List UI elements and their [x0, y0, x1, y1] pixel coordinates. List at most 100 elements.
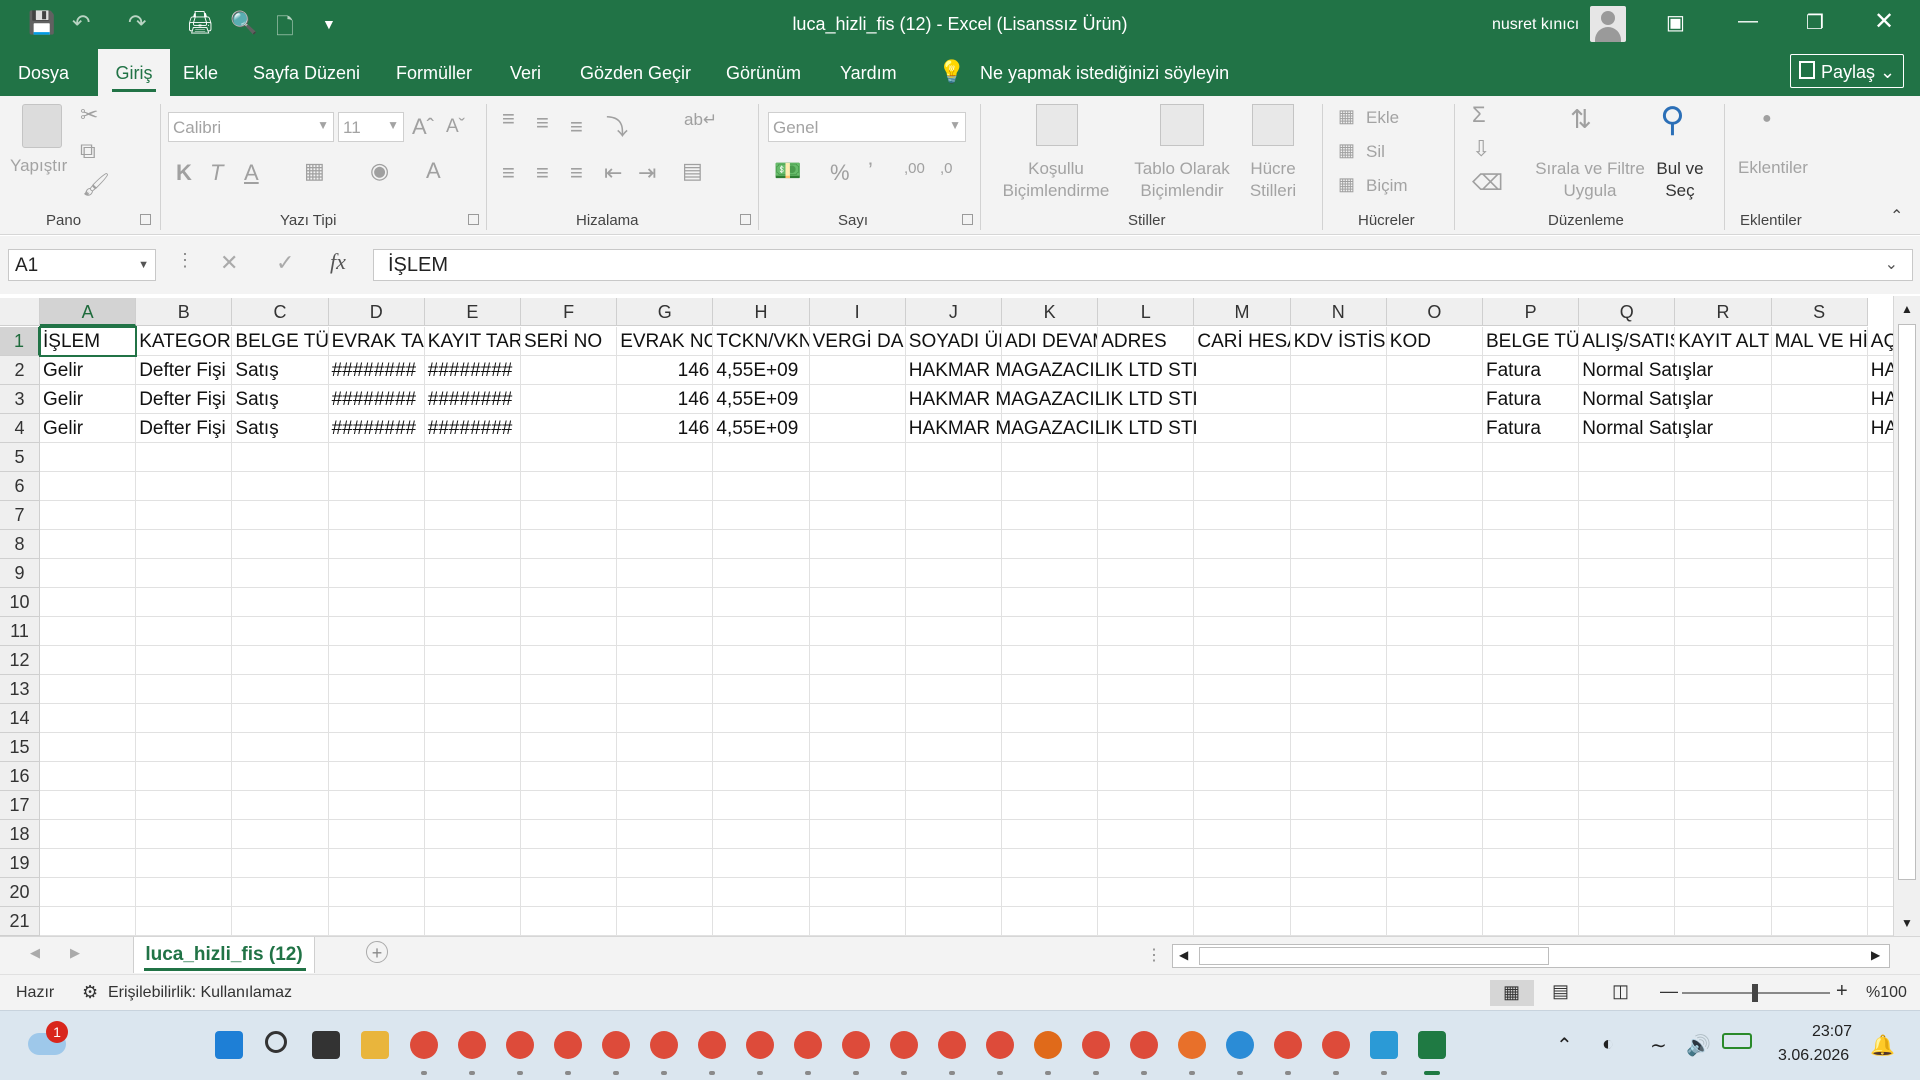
cell[interactable]	[521, 414, 618, 443]
cell[interactable]	[424, 675, 521, 704]
cell[interactable]	[1771, 704, 1868, 733]
cell[interactable]	[40, 878, 137, 907]
column-header-q[interactable]: Q	[1579, 298, 1676, 326]
cell[interactable]	[1483, 733, 1580, 762]
copy-icon[interactable]: ⧉	[80, 138, 96, 164]
column-header-o[interactable]: O	[1386, 298, 1483, 326]
cell[interactable]	[617, 907, 714, 936]
cell[interactable]	[1771, 820, 1868, 849]
addins-button[interactable]: Eklentiler	[1738, 158, 1808, 178]
cell[interactable]: MAL VE Hİ	[1771, 327, 1868, 356]
zoom-in-icon[interactable]: +	[1836, 980, 1848, 1003]
zoom-level[interactable]: %100	[1866, 984, 1907, 1002]
column-header-s[interactable]: S	[1771, 298, 1868, 326]
battery-icon[interactable]	[1722, 1033, 1752, 1049]
cell[interactable]: ########	[328, 385, 425, 414]
cell[interactable]	[1771, 356, 1868, 385]
column-header-c[interactable]: C	[232, 298, 329, 326]
cell[interactable]	[136, 472, 233, 501]
cell[interactable]	[232, 849, 329, 878]
collapse-ribbon-icon[interactable]: ⌃	[1890, 206, 1903, 226]
cell[interactable]	[1771, 733, 1868, 762]
column-header-g[interactable]: G	[617, 298, 714, 326]
chrome-icon[interactable]	[554, 1031, 582, 1059]
row-header-9[interactable]: 9	[0, 559, 40, 588]
cell[interactable]	[1002, 820, 1099, 849]
cell[interactable]	[1194, 675, 1291, 704]
cell[interactable]: 146	[617, 385, 714, 414]
cell[interactable]	[617, 443, 714, 472]
cell[interactable]	[328, 675, 425, 704]
cell[interactable]	[1386, 878, 1483, 907]
cell[interactable]	[1290, 617, 1387, 646]
find-select-icon[interactable]: ⚲	[1660, 100, 1685, 140]
cell[interactable]	[1675, 675, 1772, 704]
edge-icon[interactable]	[1226, 1031, 1254, 1059]
cell[interactable]	[424, 472, 521, 501]
cell[interactable]	[521, 385, 618, 414]
cell[interactable]	[905, 762, 1002, 791]
align-right-icon[interactable]: ≡	[570, 160, 583, 186]
cell[interactable]	[1675, 443, 1772, 472]
cell[interactable]	[1386, 443, 1483, 472]
cell[interactable]	[521, 849, 618, 878]
cell[interactable]	[40, 443, 137, 472]
cell[interactable]	[1194, 501, 1291, 530]
cell[interactable]	[905, 588, 1002, 617]
cell[interactable]	[809, 501, 906, 530]
cell[interactable]	[232, 820, 329, 849]
cell[interactable]	[1098, 907, 1195, 936]
cell[interactable]	[328, 646, 425, 675]
chrome-icon[interactable]	[458, 1031, 486, 1059]
cell[interactable]	[1579, 588, 1676, 617]
cell[interactable]	[1194, 820, 1291, 849]
cell[interactable]	[617, 530, 714, 559]
cell[interactable]	[1002, 878, 1099, 907]
cell[interactable]	[809, 414, 906, 443]
cell[interactable]	[1194, 385, 1291, 414]
cell[interactable]: ALIŞ/SATIŞ	[1579, 327, 1676, 356]
cell[interactable]	[1675, 849, 1772, 878]
cell[interactable]	[713, 878, 810, 907]
cell[interactable]	[1483, 675, 1580, 704]
cell[interactable]	[1290, 791, 1387, 820]
column-header-h[interactable]: H	[713, 298, 810, 326]
cell[interactable]	[1098, 675, 1195, 704]
cell[interactable]	[1483, 617, 1580, 646]
format-as-table-button[interactable]: Tablo Olarak Biçimlendir	[1126, 158, 1238, 202]
asterisk-app-icon[interactable]	[1034, 1031, 1062, 1059]
cell[interactable]	[1771, 675, 1868, 704]
align-middle-icon[interactable]: ≡	[536, 110, 549, 136]
cell[interactable]	[905, 617, 1002, 646]
cell[interactable]	[1290, 907, 1387, 936]
vpn-icon[interactable]: ◐	[1602, 1033, 1614, 1056]
underline-icon[interactable]: A	[244, 160, 259, 186]
cell[interactable]	[40, 849, 137, 878]
cell[interactable]	[1386, 733, 1483, 762]
merge-center-icon[interactable]: ▤	[682, 158, 703, 184]
cell[interactable]	[1771, 762, 1868, 791]
cell[interactable]	[1194, 356, 1291, 385]
cell[interactable]	[40, 559, 137, 588]
cell[interactable]: HAKMAR MAGAZACILIK LTD STI	[905, 356, 1198, 385]
cell[interactable]	[1771, 907, 1868, 936]
maximize-icon[interactable]: ❐	[1806, 10, 1824, 35]
cell[interactable]	[521, 791, 618, 820]
row-header-5[interactable]: 5	[0, 443, 40, 472]
cell[interactable]	[40, 733, 137, 762]
row-header-15[interactable]: 15	[0, 733, 40, 762]
column-header-l[interactable]: L	[1098, 298, 1195, 326]
cell[interactable]	[1771, 559, 1868, 588]
conditional-format-button[interactable]: Koşullu Biçimlendirme	[994, 158, 1118, 202]
cell[interactable]: BELGE TÜR	[1483, 327, 1580, 356]
cell[interactable]	[424, 878, 521, 907]
cell[interactable]	[1002, 762, 1099, 791]
volume-icon[interactable]: 🔊	[1686, 1033, 1711, 1058]
cell[interactable]: 4,55E+09	[713, 356, 810, 385]
cell[interactable]	[1002, 443, 1099, 472]
cell[interactable]: Normal Satışlar	[1579, 356, 1713, 385]
cell[interactable]	[1579, 762, 1676, 791]
cell[interactable]	[1098, 820, 1195, 849]
more-icon[interactable]: ⋮	[176, 250, 194, 271]
fill-icon[interactable]: ⇩	[1472, 136, 1490, 162]
